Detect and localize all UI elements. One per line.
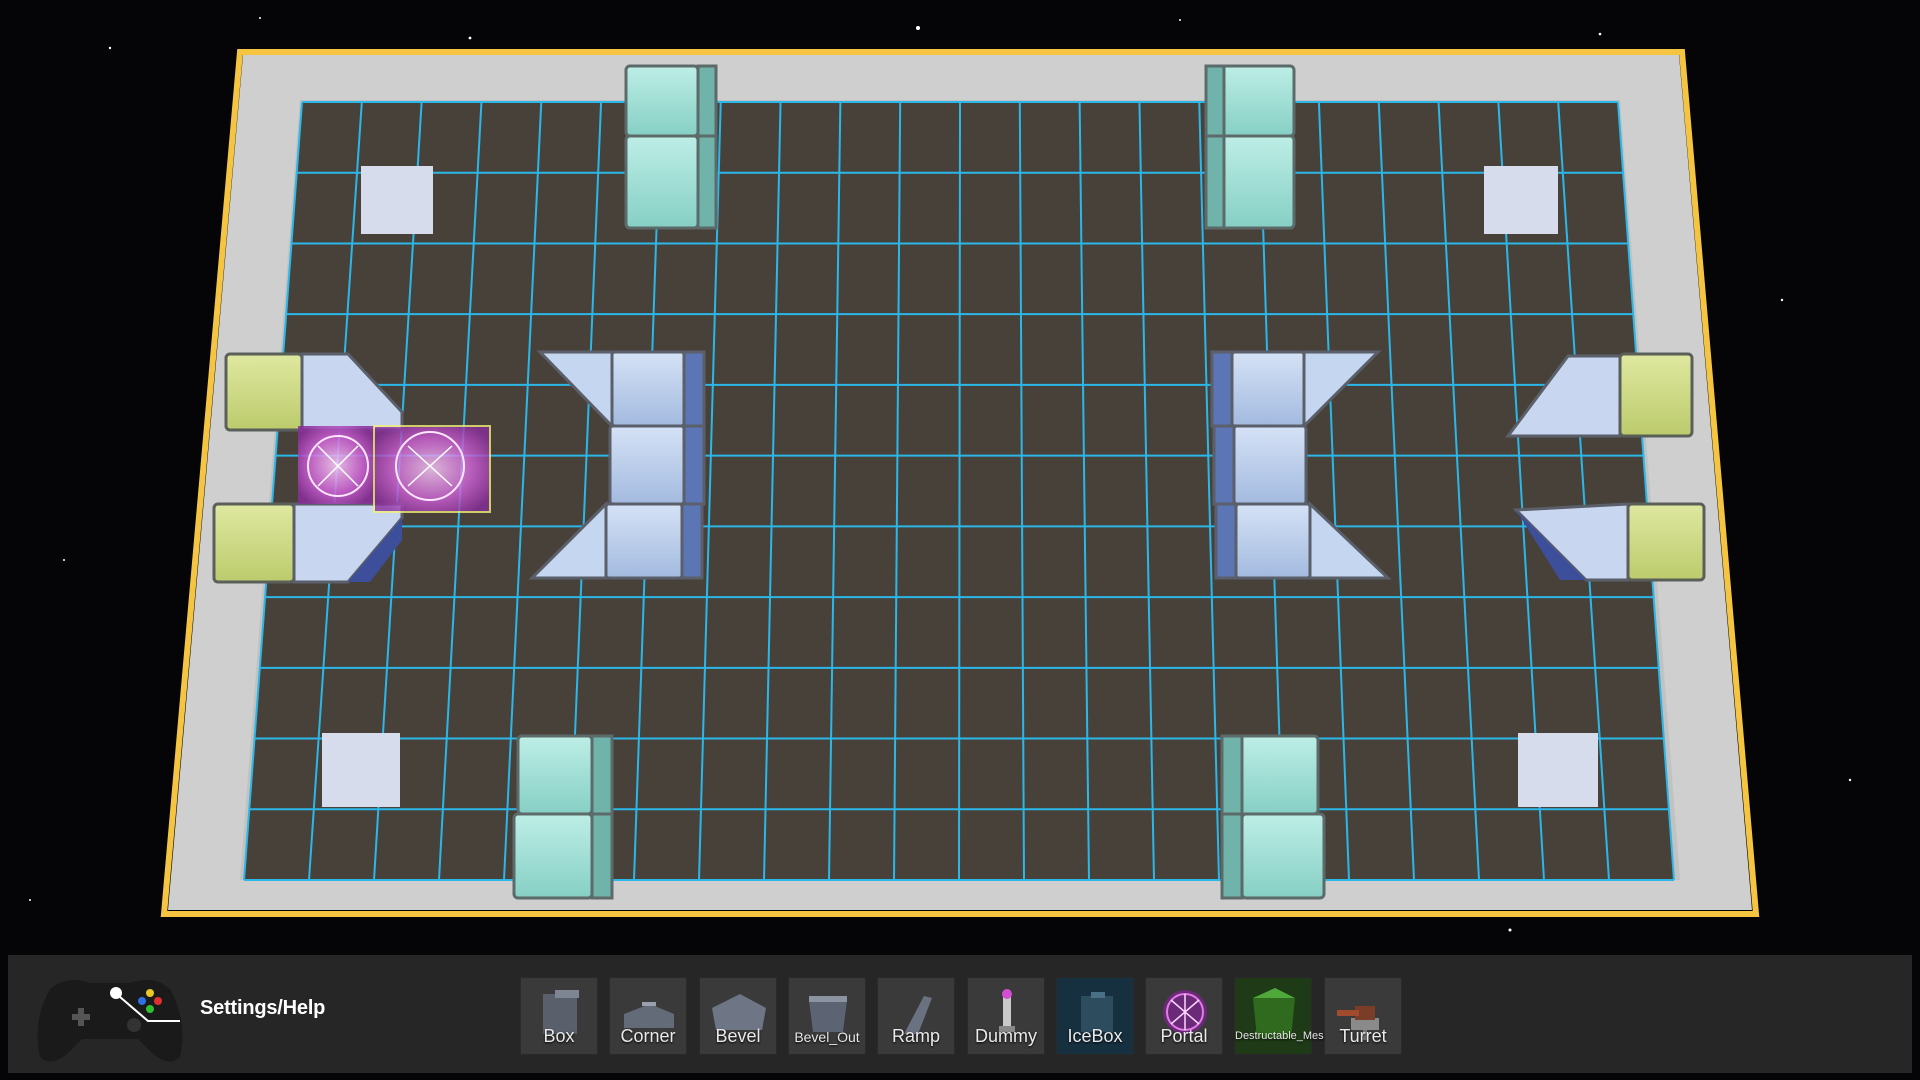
gamepad-icon[interactable] — [30, 969, 190, 1067]
palette-item-corner[interactable]: Corner — [609, 977, 687, 1055]
destructible-mesh-icon — [1253, 988, 1295, 1038]
palette-item-label: Portal — [1160, 1026, 1208, 1046]
portal-blocks-selected[interactable] — [298, 425, 491, 513]
floor-tile-pad — [361, 166, 433, 234]
palette-item-dummy[interactable]: Dummy — [967, 977, 1045, 1055]
settings-help-label[interactable]: Settings/Help — [200, 997, 325, 1020]
palette-item-label: Dummy — [975, 1026, 1037, 1046]
teal-block-stack[interactable] — [1204, 64, 1296, 230]
palette-item-ramp[interactable]: Ramp — [877, 977, 955, 1055]
game-viewport[interactable] — [0, 0, 1920, 1080]
floor-tile-pad — [1484, 166, 1558, 234]
palette-item-portal[interactable]: Portal — [1145, 977, 1223, 1055]
grid-line — [958, 101, 961, 881]
palette-item-label: Ramp — [891, 1026, 940, 1046]
palette-item-box[interactable]: Box — [520, 977, 598, 1055]
teal-block-stack[interactable] — [512, 734, 614, 900]
palette-item-label: Turret — [1339, 1026, 1387, 1046]
palette-item-icebox[interactable]: IceBox — [1056, 977, 1134, 1055]
teal-block-stack[interactable] — [624, 64, 718, 230]
palette-item-label: IceBox — [1067, 1026, 1123, 1046]
floor-tile-pad — [322, 733, 400, 807]
palette-item-turret[interactable]: Turret — [1324, 977, 1402, 1055]
palette-item-bevel[interactable]: Bevel — [699, 977, 777, 1055]
palette-item-destructable-mesh[interactable]: Destructable_Mesh — [1234, 977, 1330, 1055]
palette-item-label: Box — [543, 1026, 575, 1046]
palette-item-label: Destructable_Mesh — [1235, 1030, 1330, 1042]
palette-item-label: Bevel — [715, 1026, 761, 1046]
floor-tile-pad — [1518, 733, 1598, 807]
editor-toolbar: Settings/Help Box Corner Bevel Bevel_Out Ram… — [8, 955, 1912, 1073]
palette-item-label: Corner — [620, 1026, 676, 1046]
palette-item-bevel-out[interactable]: Bevel_Out — [788, 977, 866, 1055]
teal-block-stack[interactable] — [1220, 734, 1326, 900]
palette-item-label: Bevel_Out — [794, 1029, 860, 1045]
